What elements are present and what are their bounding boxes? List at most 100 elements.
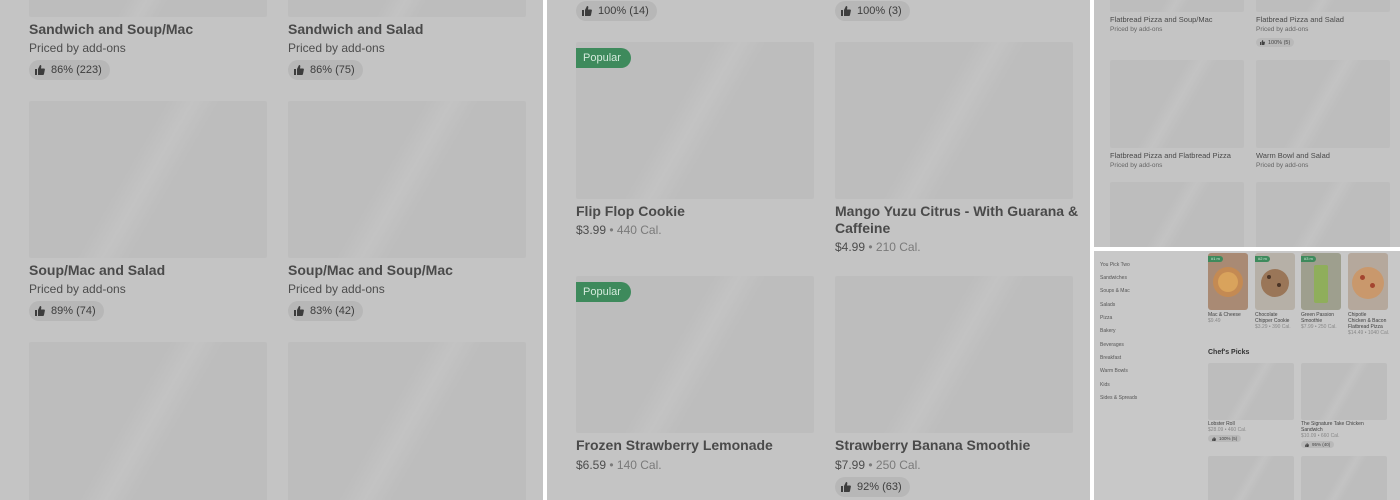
- item-price: $4.99 • 210 Cal.: [835, 240, 921, 254]
- rating-badge: 100% (5): [1208, 435, 1242, 442]
- item-photo-mac-cheese[interactable]: #1 m: [1208, 253, 1248, 310]
- item-image[interactable]: [835, 276, 1073, 433]
- item-name[interactable]: Warm Bowl and Salad: [1256, 151, 1330, 160]
- item-photo-flatbread[interactable]: [1348, 253, 1388, 310]
- sidebar-item-beverages[interactable]: Beverages: [1100, 342, 1124, 348]
- item-subtitle: Priced by add-ons: [1110, 162, 1163, 169]
- calories: 440 Cal.: [616, 223, 662, 237]
- rating-badge: 100% (14): [576, 1, 657, 21]
- item-name[interactable]: Flatbread Pizza and Salad: [1256, 15, 1344, 24]
- sidebar-item-breakfast[interactable]: Breakfast: [1100, 355, 1121, 361]
- price-value: $3.29: [1255, 324, 1268, 330]
- price-value: $14.49: [1348, 330, 1364, 336]
- sidebar-item-salads[interactable]: Salads: [1100, 302, 1115, 308]
- rating-badge: 100% (3): [835, 1, 910, 21]
- item-name-line2[interactable]: Caffeine: [835, 220, 890, 236]
- item-image[interactable]: [1301, 456, 1387, 500]
- item-name[interactable]: Frozen Strawberry Lemonade: [576, 437, 773, 453]
- thumbs-up-icon: [294, 65, 304, 75]
- item-subtitle: Priced by add-ons: [29, 41, 126, 55]
- sidebar-item-sandwiches[interactable]: Sandwiches: [1100, 275, 1127, 281]
- item-subtitle: Priced by add-ons: [29, 282, 126, 296]
- panel-beverages-bakery: 100% (14) 100% (3) Popular Flip Flop Coo…: [547, 0, 1090, 500]
- sidebar-item-warm-bowls[interactable]: Warm Bowls: [1100, 368, 1128, 374]
- rank-tag: #1 m: [1208, 256, 1223, 262]
- price-value: $4.99: [835, 240, 866, 254]
- calories: 210 Cal.: [875, 240, 921, 254]
- thumbs-up-icon: [841, 482, 851, 492]
- item-image[interactable]: [29, 101, 267, 258]
- sidebar-item-kids[interactable]: Kids: [1100, 382, 1110, 388]
- sidebar-item-soups-mac[interactable]: Soups & Mac: [1100, 288, 1130, 294]
- item-subtitle: Priced by add-ons: [288, 282, 385, 296]
- item-image[interactable]: [1256, 182, 1390, 247]
- item-image[interactable]: [288, 342, 526, 500]
- thumbs-up-icon: [1305, 442, 1309, 447]
- item-name[interactable]: Mac & Cheese $9.49: [1208, 312, 1241, 324]
- sidebar-item-pizza[interactable]: Pizza: [1100, 315, 1112, 321]
- rating-text: 100% (5): [1268, 39, 1291, 46]
- item-name[interactable]: Soup/Mac and Salad: [29, 262, 165, 278]
- item-image[interactable]: [288, 101, 526, 258]
- popular-badge: Popular: [576, 48, 631, 68]
- sidebar-item-featured[interactable]: —: [1100, 251, 1105, 254]
- item-image[interactable]: [1110, 182, 1244, 247]
- item-price: $3.99 • 440 Cal.: [576, 223, 662, 237]
- panel-group-meals: Sandwich and Soup/Mac Priced by add-ons …: [0, 0, 543, 500]
- item-image[interactable]: [1208, 456, 1294, 500]
- rating-text: 100% (3): [857, 5, 902, 17]
- rating-text: 95% (40): [1312, 442, 1331, 447]
- item-image[interactable]: [1256, 60, 1390, 148]
- thumbs-up-icon: [1260, 40, 1265, 45]
- item-subtitle: Priced by add-ons: [1256, 26, 1309, 33]
- rating-text: 92% (63): [857, 481, 902, 493]
- sidebar-item-you-pick-two[interactable]: You Pick Two: [1100, 262, 1130, 268]
- sidebar-item-bakery[interactable]: Bakery: [1100, 328, 1116, 334]
- item-image[interactable]: [1110, 0, 1244, 12]
- item-name[interactable]: The Signature Take Chicken Sandwich $10.…: [1301, 421, 1364, 439]
- item-name[interactable]: Flatbread Pizza and Flatbread Pizza: [1110, 151, 1231, 160]
- rating-badge: 100% (5): [1256, 38, 1295, 47]
- item-name[interactable]: Green Passion Smoothie $7.99 • 250 Cal.: [1301, 312, 1337, 330]
- item-name[interactable]: Flatbread Pizza and Soup/Mac: [1110, 15, 1213, 24]
- item-image[interactable]: [29, 0, 267, 17]
- price-value: $7.99: [1301, 324, 1314, 330]
- rating-text: 100% (5): [1219, 436, 1238, 441]
- item-name[interactable]: Chipotle Chicken & Bacon Flatbread Pizza…: [1348, 312, 1389, 336]
- calories: 460 Cal.: [1227, 427, 1247, 433]
- item-name[interactable]: Lobster Roll $28.09 • 460 Cal.: [1208, 421, 1246, 433]
- item-image[interactable]: [288, 0, 526, 17]
- rank-tag: #3 m: [1301, 256, 1316, 262]
- item-name[interactable]: Strawberry Banana Smoothie: [835, 437, 1030, 453]
- item-image[interactable]: [29, 342, 267, 500]
- item-name[interactable]: Sandwich and Salad: [288, 21, 423, 37]
- calories: 140 Cal.: [616, 458, 662, 472]
- section-heading: Chef's Picks: [1208, 349, 1250, 356]
- calories: 250 Cal.: [875, 458, 921, 472]
- item-photo-cookie[interactable]: #2 m: [1255, 253, 1295, 310]
- rating-badge: 83% (42): [288, 301, 363, 321]
- item-price: $7.99 • 250 Cal.: [835, 458, 921, 472]
- item-subtitle: Priced by add-ons: [288, 41, 385, 55]
- item-image[interactable]: [1208, 363, 1294, 420]
- item-name[interactable]: Soup/Mac and Soup/Mac: [288, 262, 453, 278]
- item-name[interactable]: Flip Flop Cookie: [576, 203, 685, 219]
- item-name[interactable]: Chocolate Chipper Cookie $3.29 • 390 Cal…: [1255, 312, 1291, 330]
- panel-menu-overview: — You Pick Two Sandwiches Soups & Mac Sa…: [1094, 251, 1400, 500]
- rating-text: 83% (42): [310, 305, 355, 317]
- thumbs-up-icon: [294, 306, 304, 316]
- item-name[interactable]: Mango Yuzu Citrus - With Guarana &: [835, 203, 1078, 219]
- rating-badge: 89% (74): [29, 301, 104, 321]
- item-image[interactable]: [1256, 0, 1390, 12]
- item-subtitle: Priced by add-ons: [1110, 26, 1163, 33]
- item-image[interactable]: [835, 42, 1073, 199]
- rating-badge: 95% (40): [1301, 441, 1335, 448]
- popular-badge: Popular: [576, 282, 631, 302]
- item-image[interactable]: [1110, 60, 1244, 148]
- sidebar-item-sides-spreads[interactable]: Sides & Spreads: [1100, 395, 1137, 401]
- item-image[interactable]: [1301, 363, 1387, 420]
- price-value: $3.99: [576, 223, 607, 237]
- item-name[interactable]: Sandwich and Soup/Mac: [29, 21, 193, 37]
- item-photo-smoothie[interactable]: #3 m: [1301, 253, 1341, 310]
- calories: 250 Cal.: [1318, 324, 1337, 330]
